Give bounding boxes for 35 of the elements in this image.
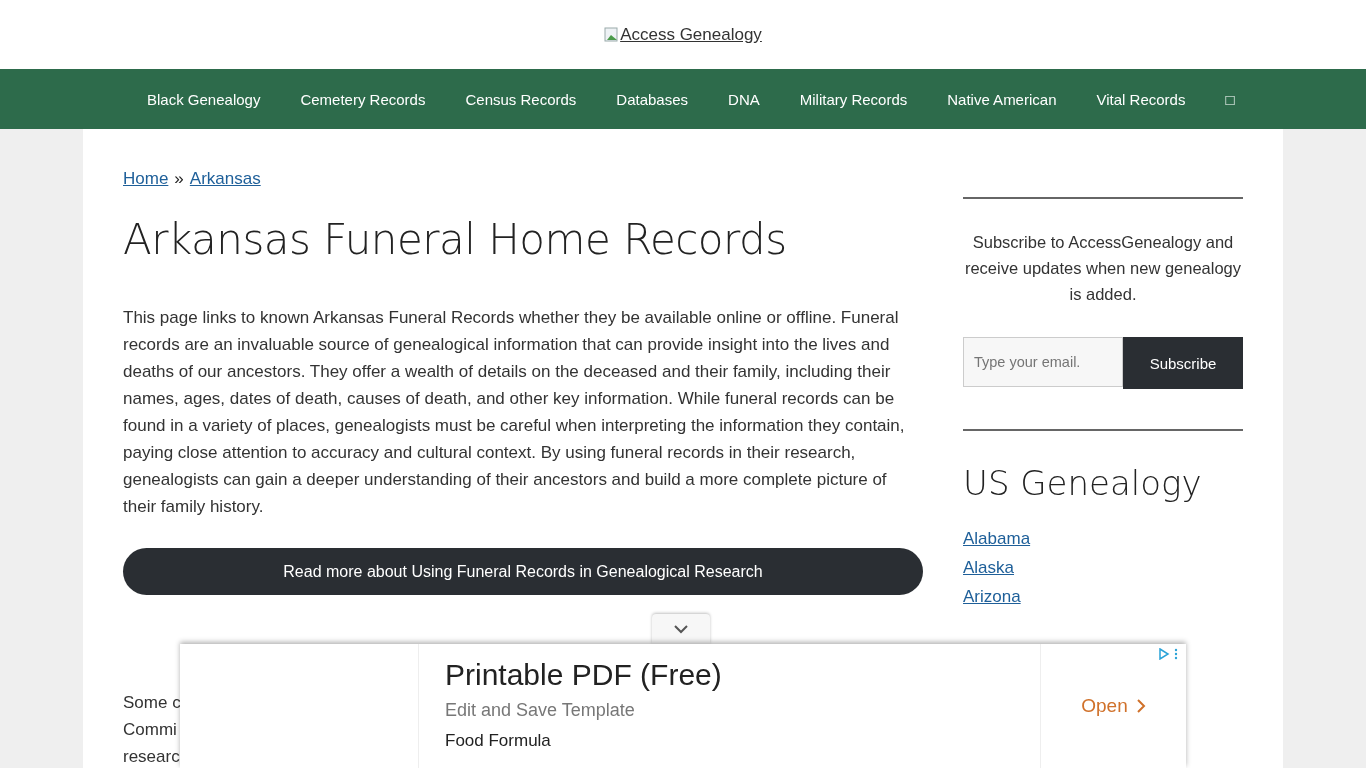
ad-subline: Edit and Save Template xyxy=(445,700,636,721)
nav-link[interactable]: Native American xyxy=(927,90,1077,108)
nav-link[interactable]: DNA xyxy=(708,90,780,108)
nav-link[interactable]: Census Records xyxy=(445,90,597,108)
nav-link[interactable]: Vital Records xyxy=(1076,90,1206,108)
nav-link[interactable]: Databases xyxy=(596,90,709,108)
logo-link[interactable]: Access Genealogy xyxy=(604,24,762,45)
ad-headline[interactable]: Printable PDF (Free) xyxy=(445,658,1014,692)
subscribe-text: Subscribe to AccessGenealogy and receive updates when new genealogy is added. xyxy=(963,232,1243,305)
sidebar-heading: US Genealogy xyxy=(963,463,1203,503)
breadcrumb-link[interactable]: Home xyxy=(123,169,169,189)
chevron-right-icon xyxy=(1135,698,1146,714)
read-more-button[interactable]: Read more about Using Funeral Records in Genealogical Research xyxy=(123,548,923,595)
nav-link[interactable]: Military Records xyxy=(779,90,928,108)
breadcrumb-separator: » xyxy=(174,169,184,189)
nav-link[interactable]: □ xyxy=(1205,90,1255,108)
breadcrumb-link[interactable]: Arkansas xyxy=(189,169,261,189)
intro-paragraph: This page links to known Arkansas Funeral Records whether they be available online or offline. Funeral records are an invaluable source of genealogical information that can provide insight into the lives and deaths of our ancestors. They offer a wealth of details on the deceased and their family, including their names, ages, dates of death, causes of death, and other key information. While funeral records can be found in a variety of places, genealogists must be careful when interpreting the information they contain, paying close attention to accuracy and cultural context. By using funeral records in their research, genealogists can gain a deeper understanding of their ancestors and build a more complete picture of their family history. xyxy=(123,307,906,518)
state-link[interactable]: Alaska xyxy=(963,558,1015,578)
paragraph-line: researc xyxy=(123,746,180,768)
ad-advertiser: Food Formula xyxy=(445,731,552,751)
ad-open-button[interactable]: Open xyxy=(1040,644,1186,768)
broken-image-icon xyxy=(604,26,621,43)
subscribe-button[interactable]: Subscribe xyxy=(1123,337,1243,389)
state-link[interactable]: Arizona xyxy=(963,587,1021,607)
nav-link[interactable]: Cemetery Records xyxy=(280,90,446,108)
paragraph-line: Some c xyxy=(123,692,181,714)
paragraph-line: Commi xyxy=(123,719,177,741)
collapse-ad-button[interactable] xyxy=(652,614,710,644)
page-title: Arkansas Funeral Home Records xyxy=(123,215,788,264)
nav-link[interactable]: Black Genealogy xyxy=(127,90,281,108)
email-field[interactable]: Type your email. xyxy=(963,337,1123,387)
ad-choices-icon[interactable] xyxy=(1158,648,1180,660)
state-link[interactable]: Alabama xyxy=(963,529,1031,549)
chevron-down-icon xyxy=(673,624,689,634)
